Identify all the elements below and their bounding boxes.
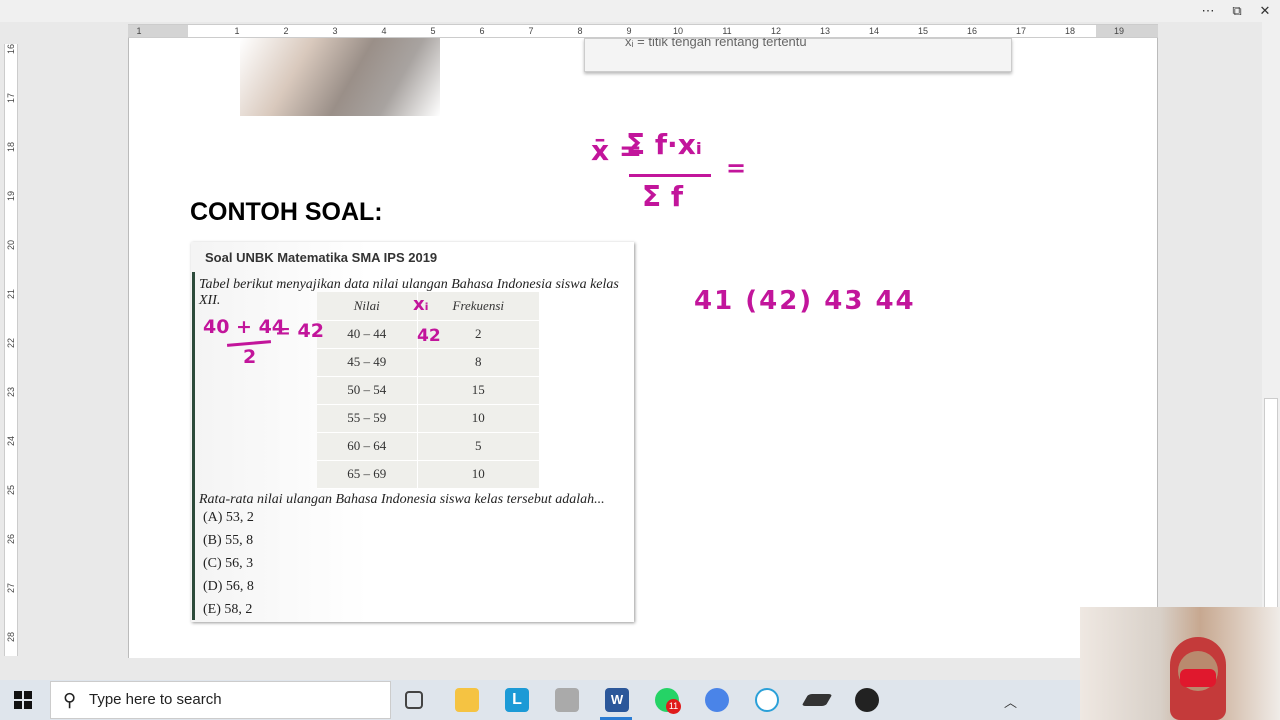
ruler-number: 16 xyxy=(6,43,17,55)
ruler-number: 9 xyxy=(626,26,632,36)
ruler-number: 21 xyxy=(6,288,17,300)
ruler-number: 15 xyxy=(917,26,929,36)
callout-text: xᵢ = titik tengah rentang tertentu xyxy=(625,38,807,49)
ruler-number: 2 xyxy=(283,26,289,36)
ruler-number: 14 xyxy=(868,26,880,36)
table-row: 65 – 69 10 xyxy=(317,460,539,489)
file-explorer-icon[interactable] xyxy=(455,688,479,712)
ruler-number: 8 xyxy=(577,26,583,36)
hw-fraction-line xyxy=(629,174,711,177)
ruler-number: 17 xyxy=(6,92,17,104)
whatsapp-badge: 11 xyxy=(666,699,681,714)
cell-frekuensi: 10 xyxy=(416,460,539,489)
option-b: (B) 55, 8 xyxy=(203,533,254,548)
vertical-ruler[interactable]: 16 17 18 19 20 21 22 23 24 25 26 27 28 xyxy=(4,44,18,656)
search-placeholder: Type here to search xyxy=(89,691,222,708)
cell-nilai: 50 – 54 xyxy=(317,376,417,405)
hw-xi-value: 42 xyxy=(417,326,441,346)
ruler-number: 19 xyxy=(6,190,17,202)
table-row: 55 – 59 10 xyxy=(317,404,539,433)
question-text: Rata-rata nilai ulangan Bahasa Indonesia… xyxy=(199,492,605,507)
cell-nilai: 65 – 69 xyxy=(317,460,417,489)
ruler-number: 1 xyxy=(136,26,142,36)
question-card: Soal UNBK Matematika SMA IPS 2019 Tabel … xyxy=(191,242,634,622)
task-view-icon[interactable] xyxy=(405,691,423,709)
table-row: 50 – 54 15 xyxy=(317,376,539,405)
ruler-number: 7 xyxy=(528,26,534,36)
hw-midpoint-den: 2 xyxy=(243,346,257,368)
ruler-number: 20 xyxy=(6,239,17,251)
ruler-number: 13 xyxy=(819,26,831,36)
heading: CONTOH SOAL: xyxy=(190,198,383,226)
obs-icon[interactable] xyxy=(855,688,879,712)
ruler-number: 17 xyxy=(1015,26,1027,36)
data-table: Nilai Frekuensi 40 – 44 2 45 – 49 8 50 – 5… xyxy=(317,292,539,489)
option-a: (A) 53, 2 xyxy=(203,510,254,525)
hw-formula-eq: = xyxy=(726,154,747,182)
cell-nilai: 60 – 64 xyxy=(317,432,417,461)
face-mask xyxy=(1180,669,1216,687)
windows-start-icon[interactable] xyxy=(14,691,32,709)
search-icon: ⚲ xyxy=(63,690,77,710)
ruler-number: 28 xyxy=(6,631,17,643)
ruler-number: 5 xyxy=(430,26,436,36)
teacher-photo xyxy=(240,38,440,116)
table-row: 60 – 64 5 xyxy=(317,432,539,461)
ruler-number: 22 xyxy=(6,337,17,349)
option-c: (C) 56, 3 xyxy=(203,556,254,571)
more-options-icon[interactable]: ⋯ xyxy=(1196,2,1220,20)
ruler-number: 18 xyxy=(1064,26,1076,36)
ruler-number: 12 xyxy=(770,26,782,36)
scrollbar-thumb[interactable] xyxy=(1264,398,1278,608)
word-icon[interactable]: W xyxy=(605,688,629,712)
ruler-number: 4 xyxy=(381,26,387,36)
wps-icon[interactable] xyxy=(755,688,779,712)
cell-nilai: 45 – 49 xyxy=(317,348,417,377)
ruler-number: 26 xyxy=(6,533,17,545)
ruler-number: 23 xyxy=(6,386,17,398)
restore-icon[interactable]: ⧉ xyxy=(1225,2,1249,20)
tray-chevron-icon[interactable]: ︿ xyxy=(1004,692,1017,711)
hw-formula-den: Σ f xyxy=(642,180,684,213)
l-app-icon[interactable]: L xyxy=(505,688,529,712)
ruler-number: 11 xyxy=(722,26,732,36)
printer-icon[interactable] xyxy=(555,688,579,712)
option-e: (E) 58, 2 xyxy=(203,602,253,617)
header-frekuensi: Frekuensi xyxy=(416,292,539,321)
hw-midpoint-result: = 42 xyxy=(275,320,324,342)
cell-nilai: 55 – 59 xyxy=(317,404,417,433)
title-bar: ⋯ ⧉ ✕ xyxy=(0,0,1280,22)
taskbar-search-input[interactable]: ⚲ Type here to search xyxy=(50,681,391,719)
cell-nilai: 40 – 44 xyxy=(317,320,417,349)
ruler-number: 6 xyxy=(479,26,485,36)
horizontal-ruler[interactable]: 1 1 2 3 4 5 6 7 8 9 10 11 12 13 14 15 16 17 18 19 xyxy=(128,24,1158,38)
card-accent-bar xyxy=(192,272,195,620)
question-source: Soal UNBK Matematika SMA IPS 2019 xyxy=(205,250,438,265)
ruler-number: 16 xyxy=(966,26,978,36)
cell-frekuensi: 15 xyxy=(416,376,539,405)
hw-xi-header: xᵢ xyxy=(413,294,429,315)
ruler-number: 3 xyxy=(332,26,338,36)
callout-box: xᵢ = titik tengah rentang tertentu xyxy=(584,38,1012,72)
table-row: 45 – 49 8 xyxy=(317,348,539,377)
close-icon[interactable]: ✕ xyxy=(1253,2,1277,20)
hw-midpoint-num: 40 + 44 xyxy=(203,316,286,338)
chrome-icon[interactable] xyxy=(705,688,729,712)
option-d: (D) 56, 8 xyxy=(203,579,254,594)
cell-frekuensi: 5 xyxy=(416,432,539,461)
hw-formula-num: Σ f·xᵢ xyxy=(626,128,702,161)
ruler-number: 27 xyxy=(6,582,17,594)
ruler-number: 24 xyxy=(6,435,17,447)
cell-frekuensi: 8 xyxy=(416,348,539,377)
ruler-number: 10 xyxy=(672,26,684,36)
ruler-number: 18 xyxy=(6,141,17,153)
ruler-number: 19 xyxy=(1113,26,1125,36)
ruler-number: 25 xyxy=(6,484,17,496)
webcam-overlay xyxy=(1080,607,1280,720)
document-page[interactable]: xᵢ = titik tengah rentang tertentu CONTO… xyxy=(128,38,1158,658)
header-nilai: Nilai xyxy=(317,292,417,321)
cell-frekuensi: 10 xyxy=(416,404,539,433)
ruler-number: 1 xyxy=(234,26,240,36)
hw-sequence: 41 (42) 43 44 xyxy=(694,286,916,316)
